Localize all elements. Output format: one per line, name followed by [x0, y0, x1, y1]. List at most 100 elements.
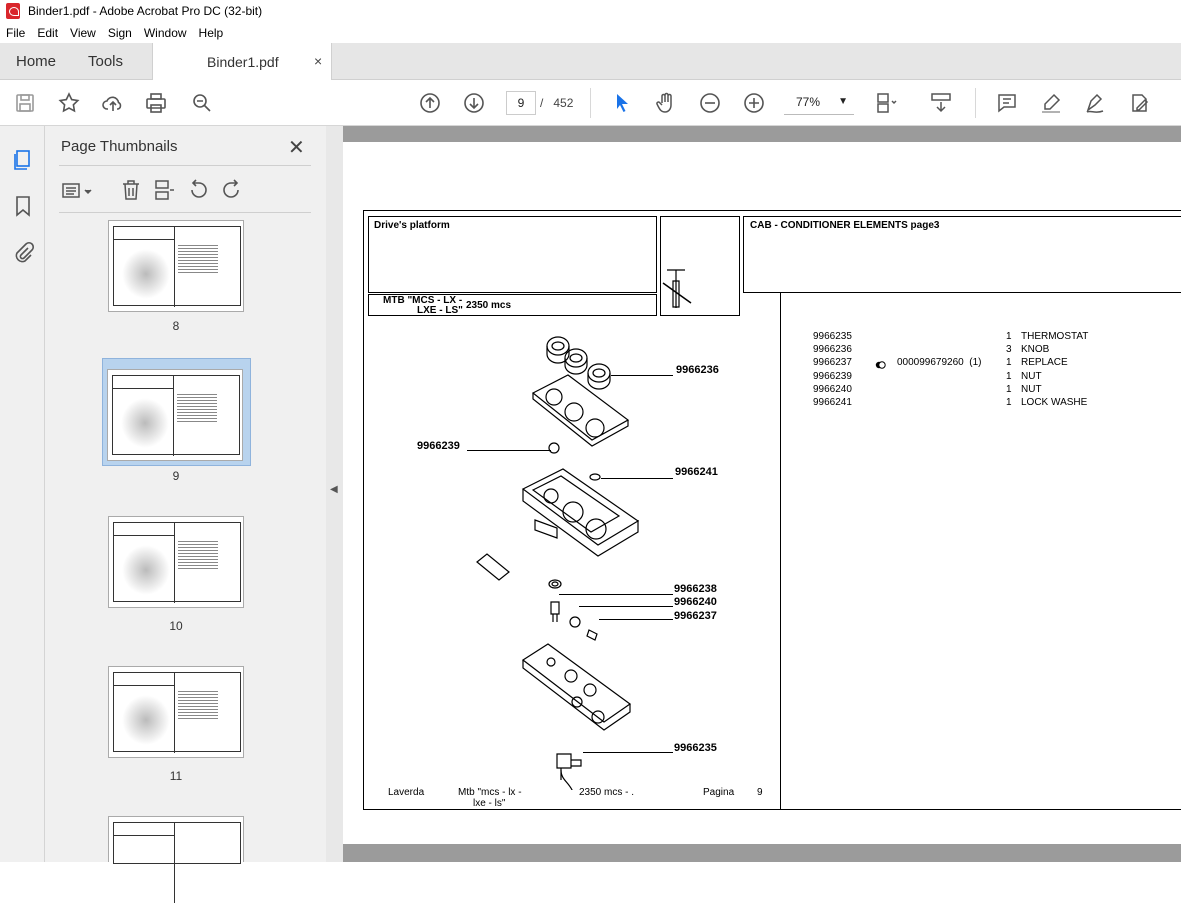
- tab-bar: Home Tools Binder1.pdf ×: [0, 43, 1181, 81]
- bookmarks-icon[interactable]: [11, 194, 35, 218]
- tab-home[interactable]: Home: [16, 43, 56, 80]
- section-title: Drive's platform: [374, 220, 450, 231]
- close-panel-icon[interactable]: ✕: [288, 135, 305, 160]
- page-thumbnails-panel: Page Thumbnails ✕ 8 9 10 11 ▲ ▼: [45, 126, 364, 903]
- panel-splitter[interactable]: ◀: [326, 126, 343, 862]
- select-cursor-icon[interactable]: [609, 90, 635, 116]
- callout-9966235: 9966235: [674, 742, 717, 754]
- part-qty-list: 131111: [1006, 330, 1012, 409]
- page-number-input[interactable]: 9: [506, 91, 536, 115]
- tab-tools[interactable]: Tools: [88, 43, 123, 80]
- menu-bar: File Edit View Sign Window Help: [0, 22, 1181, 43]
- page-thumbnail-10[interactable]: [108, 516, 244, 608]
- comment-icon[interactable]: [994, 90, 1020, 116]
- thumbnail-toolbar: [59, 178, 309, 204]
- page-thumbnails-icon[interactable]: [11, 148, 35, 172]
- menu-help[interactable]: Help: [193, 26, 230, 40]
- title-bar: Binder1.pdf - Adobe Acrobat Pro DC (32-b…: [0, 0, 1181, 22]
- callout-9966240: 9966240: [674, 596, 717, 608]
- page-thumbnail-11[interactable]: [108, 666, 244, 758]
- part-code: 9966239: [813, 370, 852, 382]
- close-tab-icon[interactable]: ×: [314, 53, 322, 69]
- chevron-down-icon: ▼: [838, 96, 848, 107]
- highlight-pen-icon[interactable]: [1038, 90, 1064, 116]
- next-page-icon[interactable]: [461, 90, 487, 116]
- hand-tool-icon[interactable]: [653, 90, 679, 116]
- delete-pages-icon[interactable]: [119, 178, 143, 205]
- find-zoom-icon[interactable]: [189, 90, 215, 116]
- part-desc: LOCK WASHE: [1021, 397, 1088, 409]
- save-icon[interactable]: [12, 90, 38, 116]
- page-thumbnail-12[interactable]: [108, 816, 244, 903]
- footer-code: 2350 mcs - .: [579, 787, 635, 798]
- upload-cloud-icon[interactable]: [100, 90, 126, 116]
- thumbnail-label: 8: [172, 319, 180, 333]
- attachments-icon[interactable]: [11, 240, 35, 264]
- previous-page-icon[interactable]: [417, 90, 443, 116]
- footer-page-number: 9: [757, 787, 763, 798]
- callout-leader: [583, 752, 673, 753]
- thumbnail-label: 11: [169, 769, 183, 783]
- zoom-select[interactable]: 77% ▼: [784, 91, 854, 115]
- print-icon[interactable]: [143, 90, 169, 116]
- menu-file[interactable]: File: [0, 26, 31, 40]
- callout-leader: [579, 606, 673, 607]
- part-desc: REPLACE: [1021, 357, 1068, 369]
- tab-document[interactable]: Binder1.pdf ×: [152, 43, 332, 81]
- menu-sign[interactable]: Sign: [102, 26, 138, 40]
- callout-leader: [467, 450, 551, 451]
- page-fit-icon[interactable]: [873, 90, 899, 116]
- thumbnail-options-icon[interactable]: [61, 180, 95, 202]
- thumbnail-label: 9: [172, 469, 180, 483]
- callout-leader: [599, 619, 673, 620]
- callout-9966236: 9966236: [676, 364, 719, 376]
- footer-model-2: lxe - ls": [473, 798, 506, 809]
- part-refs-list: 000099679260 (1): [897, 330, 982, 409]
- acrobat-app-icon: [6, 3, 20, 19]
- toolbar-divider: [975, 88, 976, 118]
- toolbar: 9 / 452 77% ▼: [0, 80, 1181, 126]
- extract-pages-icon[interactable]: [152, 178, 176, 205]
- zoom-in-icon[interactable]: [741, 90, 767, 116]
- part-qty: 1: [1006, 383, 1012, 395]
- scroll-mode-icon[interactable]: [928, 90, 954, 116]
- thumbnail-label: 10: [169, 619, 183, 633]
- part-desc: KNOB: [1021, 344, 1050, 356]
- model-line-2: LXE - LS": [417, 305, 463, 316]
- replacement-symbol-icon: [875, 358, 886, 369]
- part-code: 9966241: [813, 397, 852, 409]
- part-desc: THERMOSTAT: [1021, 331, 1089, 342]
- part-desc-list: THERMOSTAT KNOB REPLACE NUT NUT LOCK WASHE: [1021, 330, 1088, 409]
- page-total: 452: [553, 96, 574, 110]
- menu-view[interactable]: View: [64, 26, 102, 40]
- page-separator: /: [540, 96, 544, 110]
- menu-edit[interactable]: Edit: [31, 26, 64, 40]
- bookmark-star-icon[interactable]: [56, 90, 82, 116]
- column-divider: [780, 293, 781, 810]
- left-navigation-rail: [0, 126, 45, 862]
- pdf-page: Drive's platform MTB "MCS - LX - LXE - L…: [343, 142, 1181, 844]
- part-qty: 1: [1006, 397, 1012, 409]
- toolbar-divider: [590, 88, 591, 118]
- part-codes-list: 9966235 9966236 9966237 9966239 9966240 99662…: [813, 330, 852, 409]
- part-qty: 1: [1006, 357, 1012, 369]
- menu-window[interactable]: Window: [138, 26, 193, 40]
- page-thumbnail-9[interactable]: [107, 369, 243, 461]
- rotate-clockwise-icon[interactable]: [220, 178, 244, 205]
- part-code: 9966235: [813, 331, 852, 342]
- zoom-value: 77%: [796, 95, 821, 109]
- document-viewer: Drive's platform MTB "MCS - LX - LXE - L…: [343, 126, 1181, 862]
- fill-sign-icon[interactable]: [1126, 90, 1152, 116]
- exploded-parts-drawing: [476, 336, 640, 790]
- panel-divider: [59, 212, 311, 213]
- panel-title: Page Thumbnails: [61, 138, 178, 155]
- page-thumbnail-8[interactable]: [108, 220, 244, 312]
- callout-9966241: 9966241: [675, 466, 718, 478]
- model-code: 2350 mcs: [466, 300, 512, 311]
- zoom-out-icon[interactable]: [697, 90, 723, 116]
- draw-pen-icon[interactable]: [1082, 90, 1108, 116]
- collapse-panel-icon[interactable]: ◀: [330, 484, 338, 495]
- part-code: 9966240: [813, 383, 852, 395]
- rotate-counterclockwise-icon[interactable]: [186, 178, 210, 205]
- part-desc: NUT: [1021, 383, 1042, 395]
